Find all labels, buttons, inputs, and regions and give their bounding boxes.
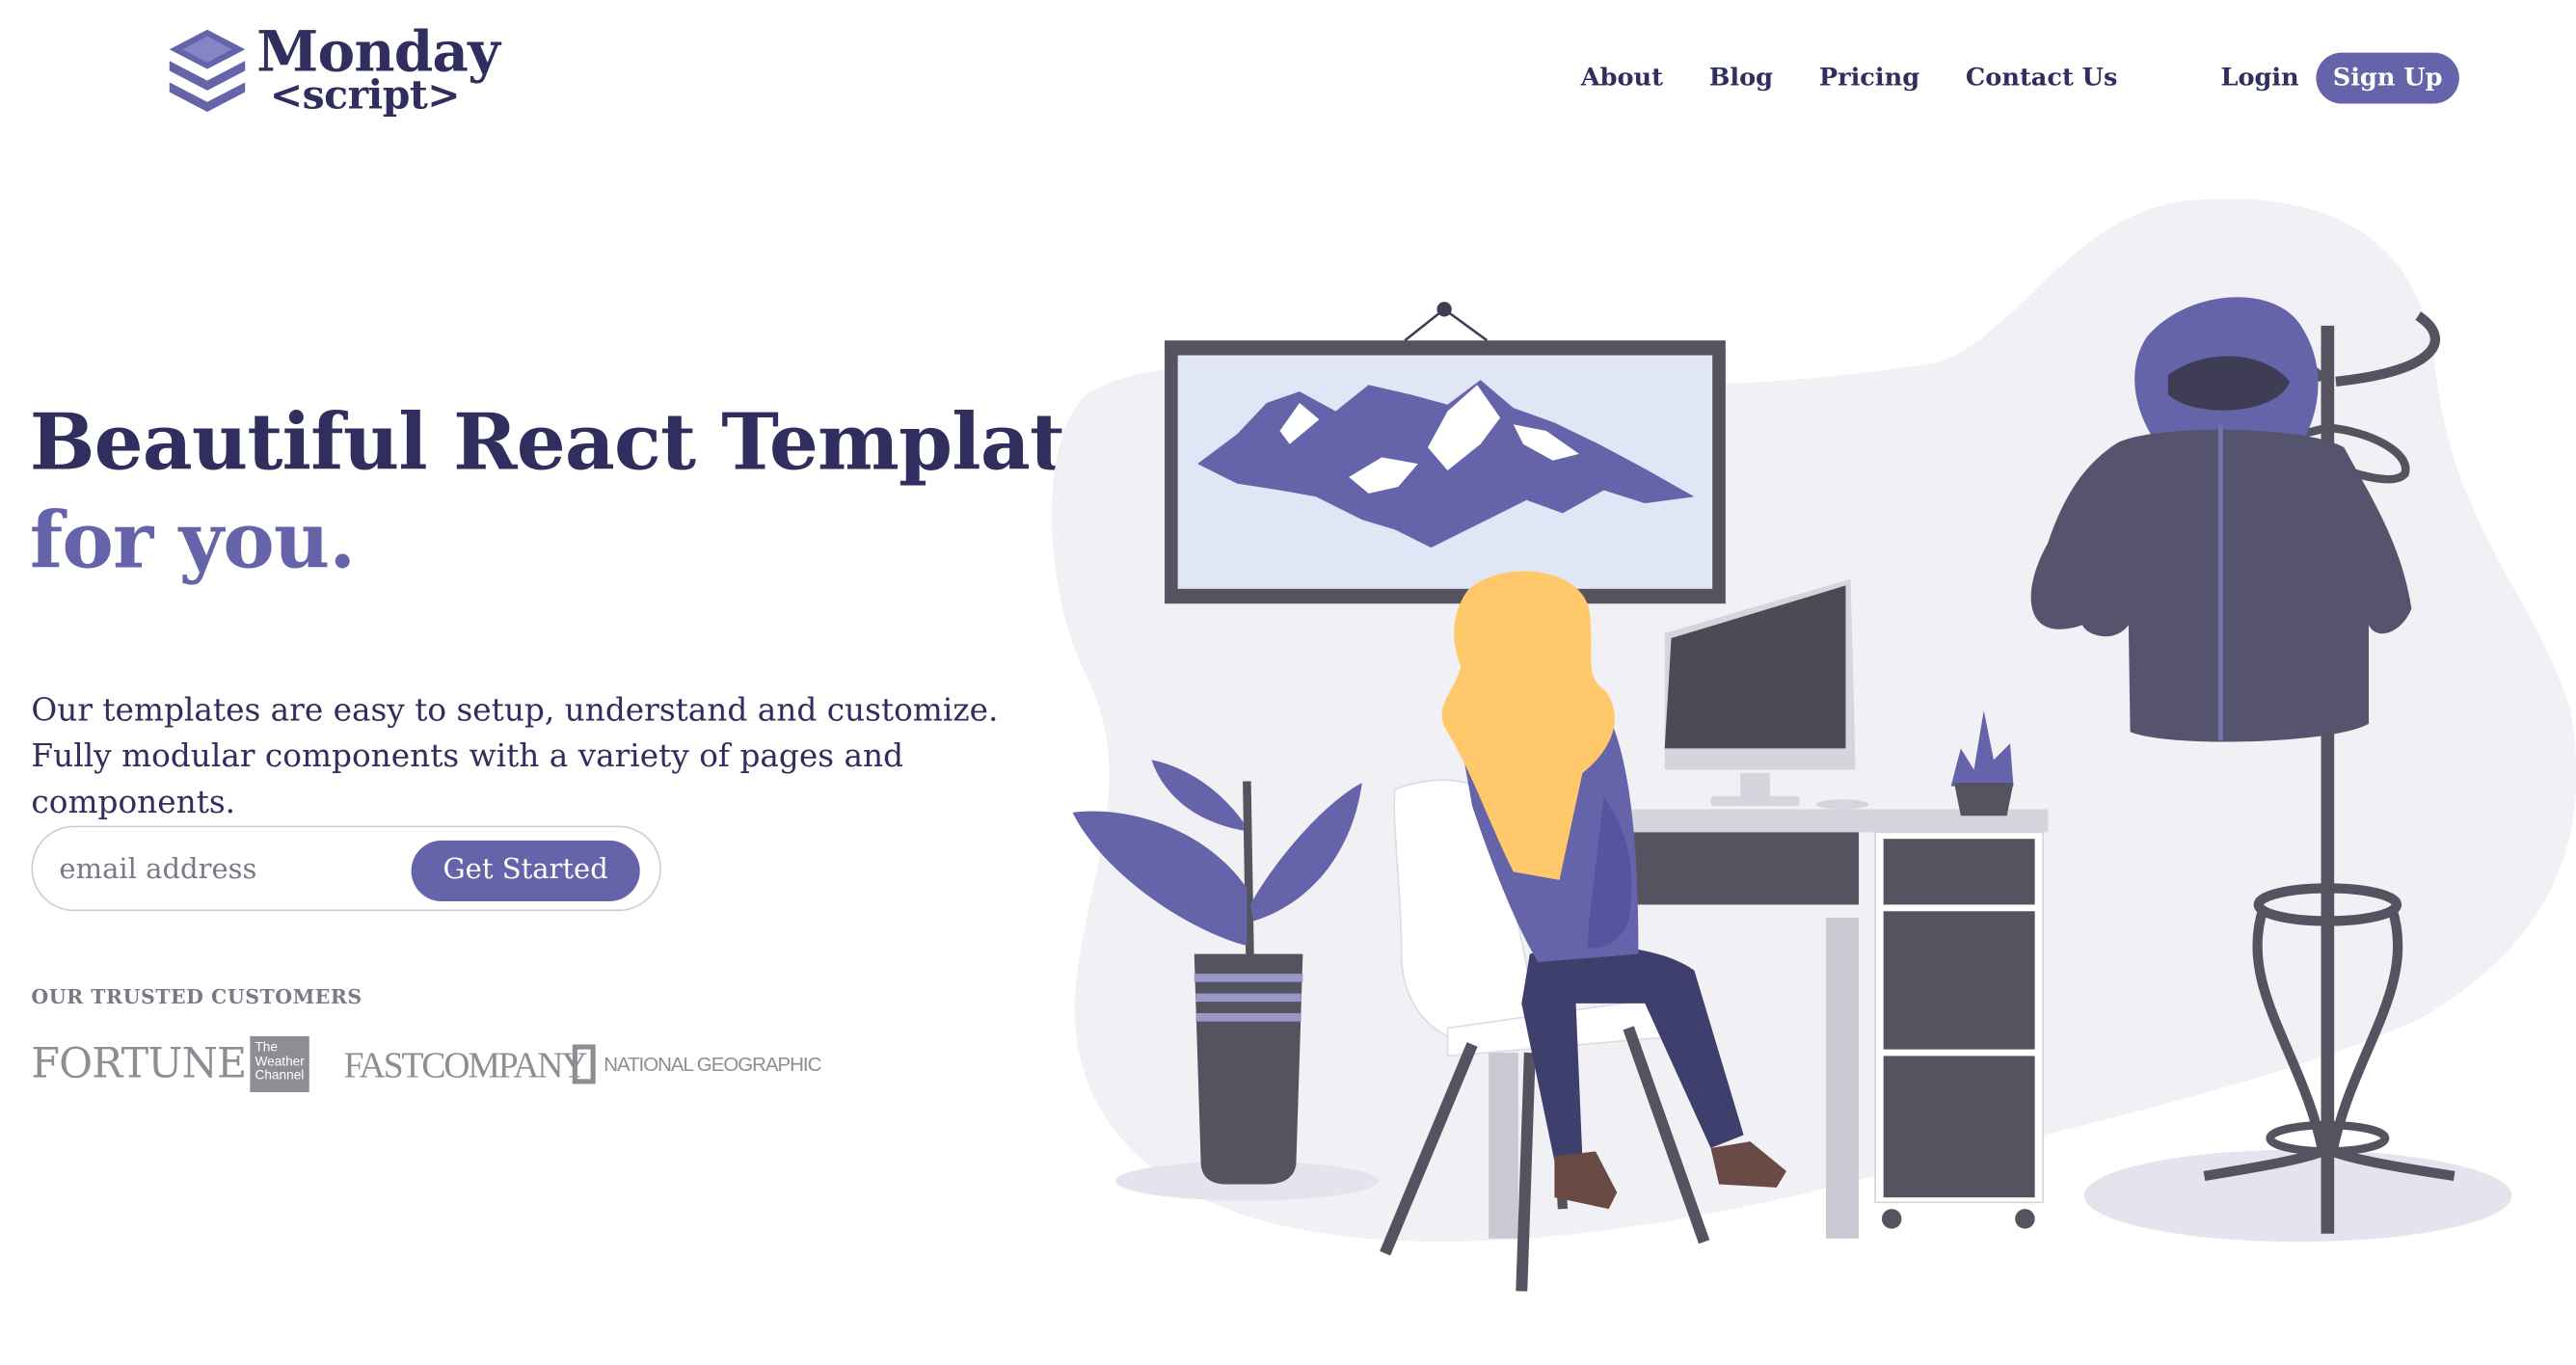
fortune-logo: FORTUNE [31,1039,247,1087]
rack-shadow [2083,1149,2512,1243]
fast-company-logo: FASTCOMPANY [343,1044,588,1086]
main-nav: About Blog Pricing Contact Us [1581,56,2163,98]
get-started-button[interactable]: Get Started [411,840,640,902]
hero-title-accent: for you. [29,496,357,588]
trusted-customers-label: OUR TRUSTED CUSTOMERS [31,985,362,1008]
brand-logo[interactable]: Monday <script> [165,23,500,116]
natgeo-logo-text: NATIONAL GEOGRAPHIC [604,1053,821,1076]
hero-illustration [1051,199,2576,1292]
hero-title-line1: Beautiful React Templates [29,397,1157,489]
mountain-painting [1165,302,1726,604]
hero-title: Beautiful React Templates for you. [29,395,1157,593]
hero-description: Our templates are easy to setup, underst… [31,690,999,821]
nav-about[interactable]: About [1581,56,1663,98]
email-input[interactable] [56,846,409,894]
weather-channel-logo: The Weather Channel [250,1035,309,1092]
stacked-layers-icon [169,29,246,113]
email-signup-form: Get Started [31,825,661,912]
nav-pricing[interactable]: Pricing [1819,56,1919,98]
natgeo-frame-icon [572,1044,596,1084]
login-link[interactable]: Login [2220,56,2298,98]
nav-blog[interactable]: Blog [1709,56,1773,98]
national-geographic-logo: NATIONAL GEOGRAPHIC [572,1039,821,1088]
signup-button[interactable]: Sign Up [2316,52,2459,104]
nav-contact[interactable]: Contact Us [1966,56,2118,98]
